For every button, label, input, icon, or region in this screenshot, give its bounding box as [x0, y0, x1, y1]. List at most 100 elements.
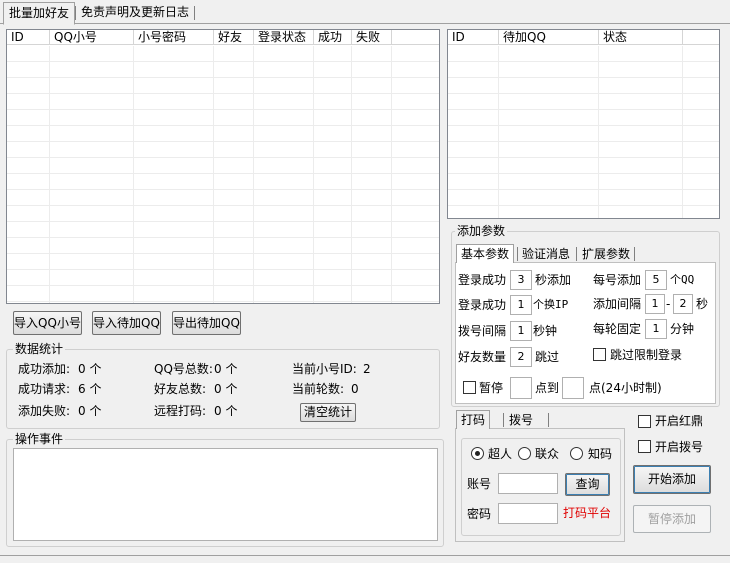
start-add-button[interactable]: 开始添加 — [633, 465, 711, 494]
stat-captcha-label: 远程打码: — [154, 404, 207, 418]
export-pending-button[interactable]: 导出待加QQ — [172, 311, 241, 335]
captcha-option-zhima-label: 知码 — [588, 447, 613, 461]
tab-batch-add-friends[interactable]: 批量加好友 — [3, 2, 76, 25]
column-status[interactable]: 状态 — [599, 30, 683, 45]
login-success-label: 登录成功 — [458, 273, 507, 287]
stat-success-req-value: 6 个 — [78, 382, 102, 396]
stat-success-req-label: 成功请求: — [18, 382, 71, 396]
stat-success-add-label: 成功添加: — [18, 362, 71, 376]
stat-success-add-value: 0 个 — [78, 362, 102, 376]
friend-count-unit: 跳过 — [535, 350, 560, 364]
change-ip-input[interactable]: 1 — [510, 295, 532, 315]
tab-separator — [576, 247, 577, 261]
captcha-password-input[interactable] — [498, 503, 558, 524]
column-password[interactable]: 小号密码 — [134, 30, 214, 45]
captcha-option-chaoren-label: 超人 — [488, 447, 513, 461]
status-bar — [0, 555, 730, 563]
add-interval-dash: - — [666, 297, 671, 311]
add-interval-unit: 秒 — [696, 297, 709, 311]
tab-dial[interactable]: 拨号 — [505, 411, 537, 429]
column-success[interactable]: 成功 — [314, 30, 352, 45]
pause-add-button[interactable]: 暂停添加 — [633, 505, 711, 533]
per-account-add-input[interactable]: 5 — [645, 270, 667, 290]
pause-to-label: 点到 — [535, 381, 560, 395]
enable-hongding-checkbox[interactable] — [638, 415, 651, 428]
captcha-platform-link[interactable]: 打码平台 — [563, 505, 611, 521]
column-login-status[interactable]: 登录状态 — [254, 30, 314, 45]
login-success-unit: 秒添加 — [535, 273, 572, 287]
stat-current-round-value: 0 — [351, 382, 359, 396]
enable-dial-checkbox[interactable] — [638, 440, 651, 453]
import-pending-button[interactable]: 导入待加QQ — [92, 311, 161, 335]
stat-current-round-label: 当前轮数: — [292, 382, 345, 396]
column-pending-qq[interactable]: 待加QQ — [499, 30, 599, 45]
column-fail[interactable]: 失败 — [352, 30, 392, 45]
round-fixed-label: 每轮固定 — [593, 322, 642, 336]
stat-qq-total-label: QQ号总数: — [154, 362, 213, 376]
skip-limit-label: 跳过限制登录 — [610, 348, 683, 362]
stats-group-title: 数据统计 — [13, 342, 66, 356]
stat-captcha-value: 0 个 — [214, 404, 238, 418]
pending-listview[interactable]: ID 待加QQ 状态 — [447, 29, 720, 219]
stat-add-fail-label: 添加失败: — [18, 404, 71, 418]
stat-qq-total-value: 0 个 — [214, 362, 238, 376]
tab-separator — [194, 6, 195, 20]
add-interval-min-input[interactable]: 1 — [645, 294, 665, 314]
captcha-password-label: 密码 — [467, 507, 492, 521]
per-account-add-unit: 个QQ — [670, 273, 695, 286]
main-tabbar: 批量加好友 免责声明及更新日志 — [0, 0, 730, 25]
stat-friend-total-value: 0 个 — [214, 382, 238, 396]
tab-verify-message[interactable]: 验证消息 — [518, 245, 574, 263]
pause-label: 暂停 — [479, 381, 504, 395]
tab-separator — [548, 413, 549, 427]
accounts-list-body — [7, 46, 439, 303]
pause-start-hour-input[interactable] — [510, 377, 532, 399]
tab-separator — [503, 413, 504, 427]
friend-count-label: 好友数量 — [458, 350, 507, 364]
add-params-title: 添加参数 — [455, 224, 508, 238]
events-group-title: 操作事件 — [13, 432, 66, 446]
skip-limit-checkbox[interactable] — [593, 348, 606, 361]
dial-interval-label: 拨号间隔 — [458, 324, 507, 338]
login-success-delay-input[interactable]: 3 — [510, 270, 532, 290]
dial-interval-unit: 秒钟 — [533, 324, 558, 338]
add-interval-label: 添加间隔 — [593, 297, 642, 311]
clear-stats-button[interactable]: 清空统计 — [300, 403, 356, 422]
pause-checkbox[interactable] — [463, 381, 476, 394]
tab-disclaimer-changelog[interactable]: 免责声明及更新日志 — [76, 2, 194, 24]
pause-hour-format-label: 点(24小时制) — [589, 381, 662, 395]
column-id[interactable]: ID — [448, 30, 499, 45]
tab-extended-params[interactable]: 扩展参数 — [578, 245, 634, 263]
accounts-listview[interactable]: ID QQ小号 小号密码 好友 登录状态 成功 失败 — [6, 29, 440, 304]
dial-interval-input[interactable]: 1 — [510, 321, 532, 341]
import-qq-button[interactable]: 导入QQ小号 — [13, 311, 82, 335]
round-fixed-unit: 分钟 — [670, 322, 695, 336]
column-qq[interactable]: QQ小号 — [50, 30, 134, 45]
tab-basic-params[interactable]: 基本参数 — [456, 244, 515, 263]
column-id[interactable]: ID — [7, 30, 50, 45]
captcha-account-label: 账号 — [467, 477, 492, 491]
captcha-option-lianzhong-label: 联众 — [535, 447, 560, 461]
column-friends[interactable]: 好友 — [214, 30, 254, 45]
add-interval-max-input[interactable]: 2 — [673, 294, 693, 314]
tab-separator — [634, 247, 635, 261]
stat-current-id-label: 当前小号ID: — [292, 362, 357, 376]
change-ip-unit: 个换IP — [533, 298, 569, 311]
captcha-option-zhima-radio[interactable] — [570, 447, 583, 460]
captcha-option-lianzhong-radio[interactable] — [518, 447, 531, 460]
captcha-option-chaoren-radio[interactable] — [471, 447, 484, 460]
accounts-list-header: ID QQ小号 小号密码 好友 登录状态 成功 失败 — [7, 30, 439, 45]
pending-list-header: ID 待加QQ 状态 — [448, 30, 719, 45]
stat-friend-total-label: 好友总数: — [154, 382, 207, 396]
captcha-query-button[interactable]: 查询 — [565, 473, 610, 496]
captcha-account-input[interactable] — [498, 473, 558, 494]
tab-captcha[interactable]: 打码 — [456, 410, 491, 429]
pause-end-hour-input[interactable] — [562, 377, 584, 399]
enable-dial-label: 开启拨号 — [655, 440, 704, 454]
stat-add-fail-value: 0 个 — [78, 404, 102, 418]
pending-list-body — [448, 46, 719, 218]
login-success-label-2: 登录成功 — [458, 298, 507, 312]
round-fixed-input[interactable]: 1 — [645, 319, 667, 339]
friend-count-input[interactable]: 2 — [510, 347, 532, 367]
events-log-textarea[interactable] — [13, 448, 438, 541]
